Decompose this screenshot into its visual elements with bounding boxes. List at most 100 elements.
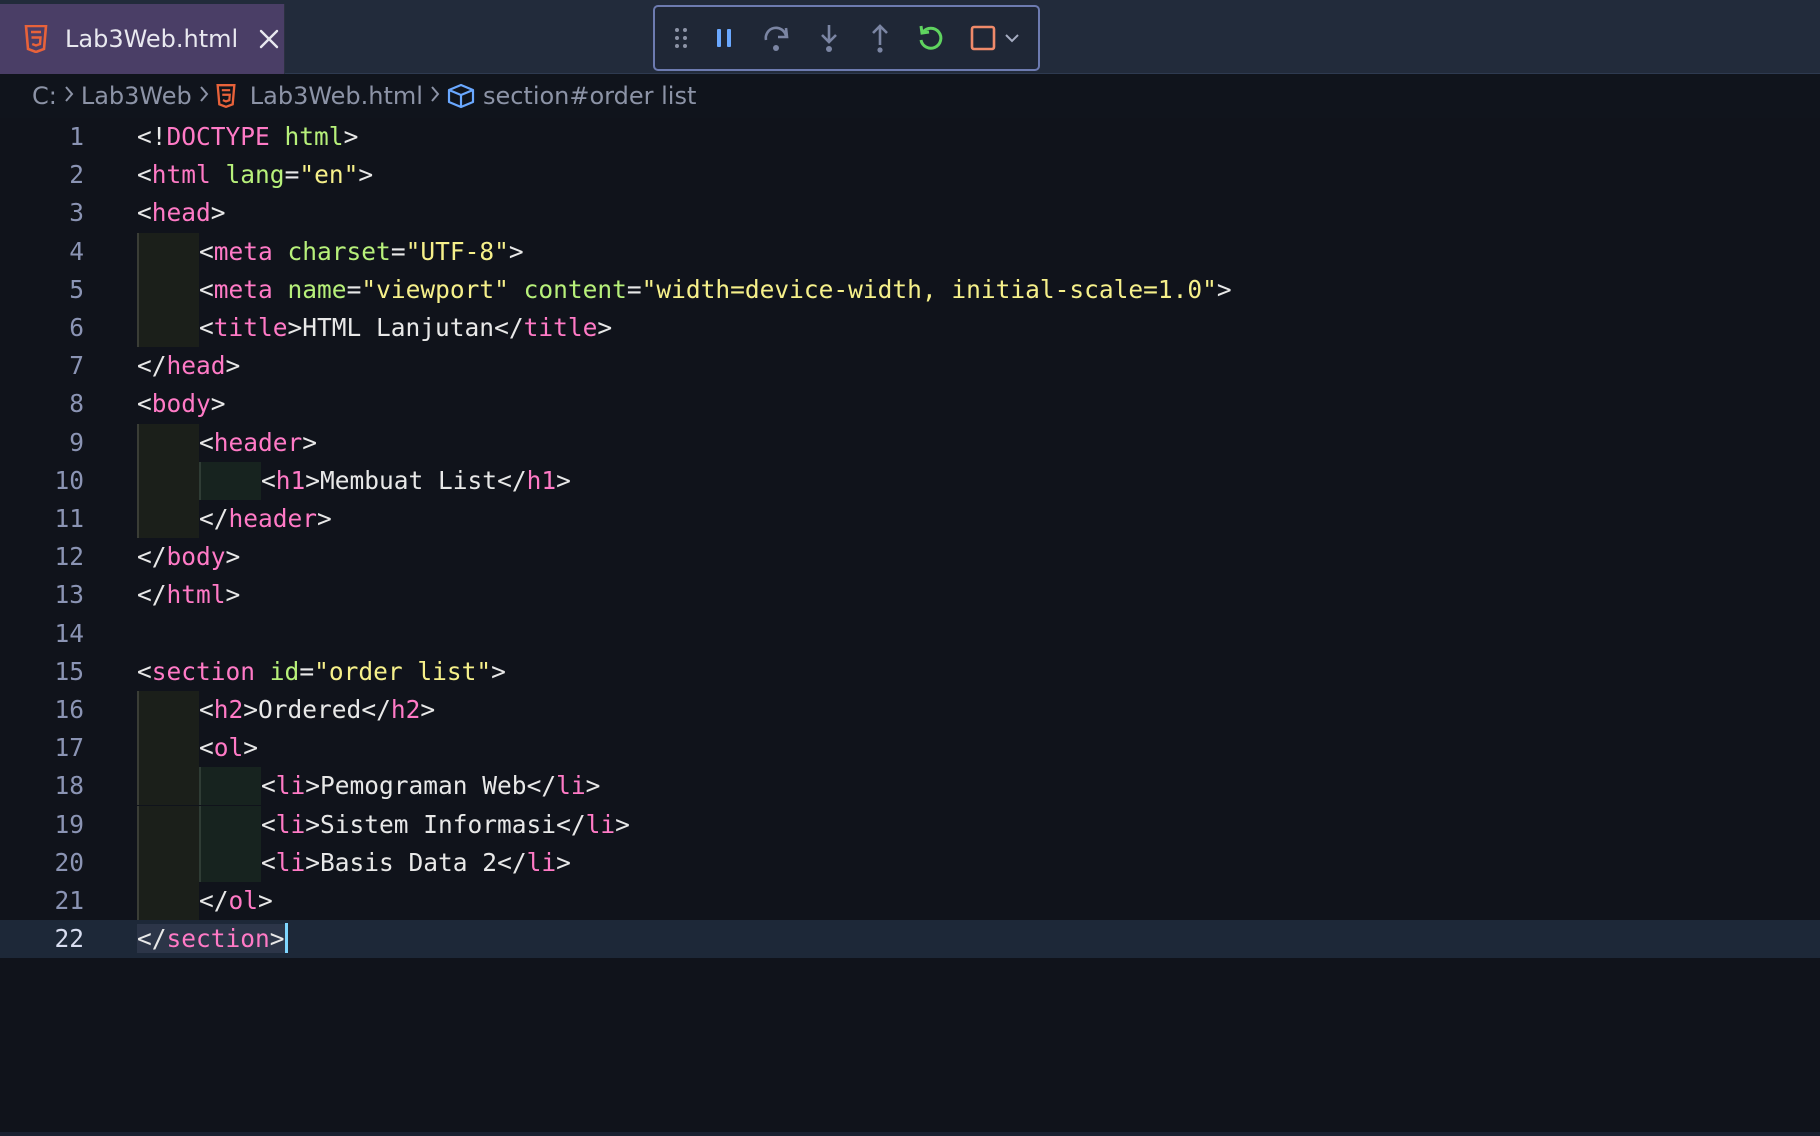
pause-icon[interactable] — [707, 7, 741, 69]
breadcrumb: C: Lab3Web Lab3Web.html section#order li… — [0, 74, 1820, 119]
line-number: 10 — [54, 465, 84, 495]
code-text: </head> — [137, 351, 241, 381]
html5-icon — [216, 84, 236, 108]
code-line[interactable]: 5 <meta name="viewport" content="width=de… — [0, 270, 1820, 309]
code-line[interactable]: 12 </body> — [0, 538, 1820, 576]
line-number: 4 — [69, 236, 84, 266]
line-number: 8 — [69, 389, 84, 419]
indent-guide — [137, 843, 199, 882]
chevron-down-icon[interactable] — [1001, 7, 1023, 69]
code-line[interactable]: 4 <meta charset="UTF-8"> — [0, 232, 1820, 271]
code-text: <section id="order list"> — [137, 656, 506, 686]
line-number: 19 — [54, 809, 84, 839]
line-number: 16 — [54, 695, 84, 724]
code-text: <meta name="viewport" content="width=dev… — [199, 274, 1232, 304]
code-text: <h1>Membuat List</h1> — [261, 465, 571, 495]
code-line[interactable]: 18 <li>Pemograman Web</li> — [0, 767, 1820, 806]
line-number: 13 — [54, 580, 84, 610]
line-number: 20 — [54, 847, 84, 877]
code-text: </header> — [199, 504, 332, 533]
indent-guide — [137, 882, 199, 920]
html5-icon — [24, 24, 48, 54]
code-line[interactable]: 3 <head> — [0, 194, 1820, 232]
chevron-right-icon — [63, 82, 75, 110]
step-into-icon[interactable] — [809, 7, 849, 69]
code-line[interactable]: 21 </ol> — [0, 882, 1820, 920]
code-line[interactable]: 6 <title>HTML Lanjutan</title> — [0, 309, 1820, 347]
line-number: 22 — [54, 924, 84, 954]
code-text: <body> — [137, 389, 226, 419]
breadcrumb-file[interactable]: Lab3Web.html — [216, 82, 423, 110]
code-text: <li>Basis Data 2</li> — [261, 847, 571, 877]
breadcrumb-symbol-label: section#order list — [482, 82, 697, 110]
code-text: </html> — [137, 580, 241, 610]
code-line[interactable]: 11 </header> — [0, 500, 1820, 538]
breadcrumb-drive-label: C: — [32, 82, 57, 110]
editor-tab-lab3web[interactable]: Lab3Web.html — [0, 4, 285, 74]
code-line[interactable]: 15 <section id="order list"> — [0, 653, 1820, 691]
breadcrumb-symbol[interactable]: section#order list — [447, 82, 696, 110]
code-line[interactable]: 1 <!DOCTYPE html> — [0, 118, 1820, 156]
code-text: <meta charset="UTF-8"> — [199, 236, 524, 266]
indent-guide — [199, 805, 261, 844]
line-number: 14 — [54, 618, 84, 648]
line-number: 21 — [54, 886, 84, 915]
code-text: </body> — [137, 542, 241, 572]
code-line[interactable]: 14 — [0, 615, 1820, 653]
chevron-right-icon — [429, 82, 441, 110]
indent-guide — [137, 423, 199, 462]
code-line[interactable]: 16 <h2>Ordered</h2> — [0, 691, 1820, 729]
bottom-border — [0, 1132, 1820, 1136]
debug-toolbar — [653, 5, 1040, 71]
indent-guide — [199, 767, 261, 806]
indent-guide — [137, 729, 199, 768]
tab-title: Lab3Web.html — [65, 25, 239, 53]
code-text: <head> — [137, 198, 226, 228]
line-number: 18 — [54, 771, 84, 801]
indent-guide — [199, 843, 261, 882]
breadcrumb-file-label: Lab3Web.html — [249, 82, 423, 110]
code-line[interactable]: 17 <ol> — [0, 729, 1820, 768]
indent-guide — [137, 805, 199, 844]
step-out-icon[interactable] — [860, 7, 900, 69]
breadcrumb-folder-label: Lab3Web — [80, 82, 192, 110]
code-line[interactable]: 2 <html lang="en"> — [0, 156, 1820, 194]
stop-icon[interactable] — [965, 7, 1001, 69]
line-number: 17 — [54, 733, 84, 763]
code-text: <html lang="en"> — [137, 160, 374, 190]
code-text: <ol> — [199, 733, 259, 763]
breadcrumb-folder[interactable]: Lab3Web — [81, 82, 192, 110]
code-line[interactable]: 9 <header> — [0, 423, 1820, 462]
restart-icon[interactable] — [911, 7, 951, 69]
drag-handle-icon[interactable] — [671, 7, 691, 69]
indent-guide — [137, 232, 199, 271]
code-text: <!DOCTYPE html> — [137, 122, 359, 151]
close-icon[interactable] — [258, 28, 280, 50]
chevron-right-icon — [198, 82, 210, 110]
line-number: 5 — [69, 274, 84, 304]
line-number: 3 — [69, 198, 84, 228]
code-line[interactable]: 7 </head> — [0, 347, 1820, 385]
indent-guide — [137, 691, 199, 729]
code-text: <li>Sistem Informasi</li> — [261, 809, 630, 839]
indent-guide — [137, 500, 199, 538]
code-line[interactable]: 10 <h1>Membuat List</h1> — [0, 461, 1820, 500]
breadcrumb-drive[interactable]: C: — [32, 82, 57, 110]
code-line[interactable]: 13 </html> — [0, 576, 1820, 614]
code-line[interactable]: 19 <li>Sistem Informasi</li> — [0, 805, 1820, 844]
line-number: 9 — [69, 427, 84, 457]
line-number: 12 — [54, 542, 84, 572]
code-text: <li>Pemograman Web</li> — [261, 771, 601, 801]
step-over-icon[interactable] — [757, 7, 797, 69]
line-number: 6 — [69, 313, 84, 342]
line-number: 7 — [69, 351, 84, 381]
code-line[interactable]: 8 <body> — [0, 385, 1820, 423]
code-text: <header> — [199, 427, 318, 457]
symbol-cube-icon — [447, 83, 475, 109]
code-line[interactable]: 20 <li>Basis Data 2</li> — [0, 843, 1820, 882]
line-number: 2 — [69, 160, 84, 190]
code-text: </ol> — [199, 886, 273, 915]
code-editor[interactable]: 1 <!DOCTYPE html> 2 <html lang="en"> 3 <head>… — [0, 118, 1820, 1136]
indent-guide — [137, 461, 199, 500]
code-line[interactable]: 22 </section> — [0, 920, 1820, 959]
